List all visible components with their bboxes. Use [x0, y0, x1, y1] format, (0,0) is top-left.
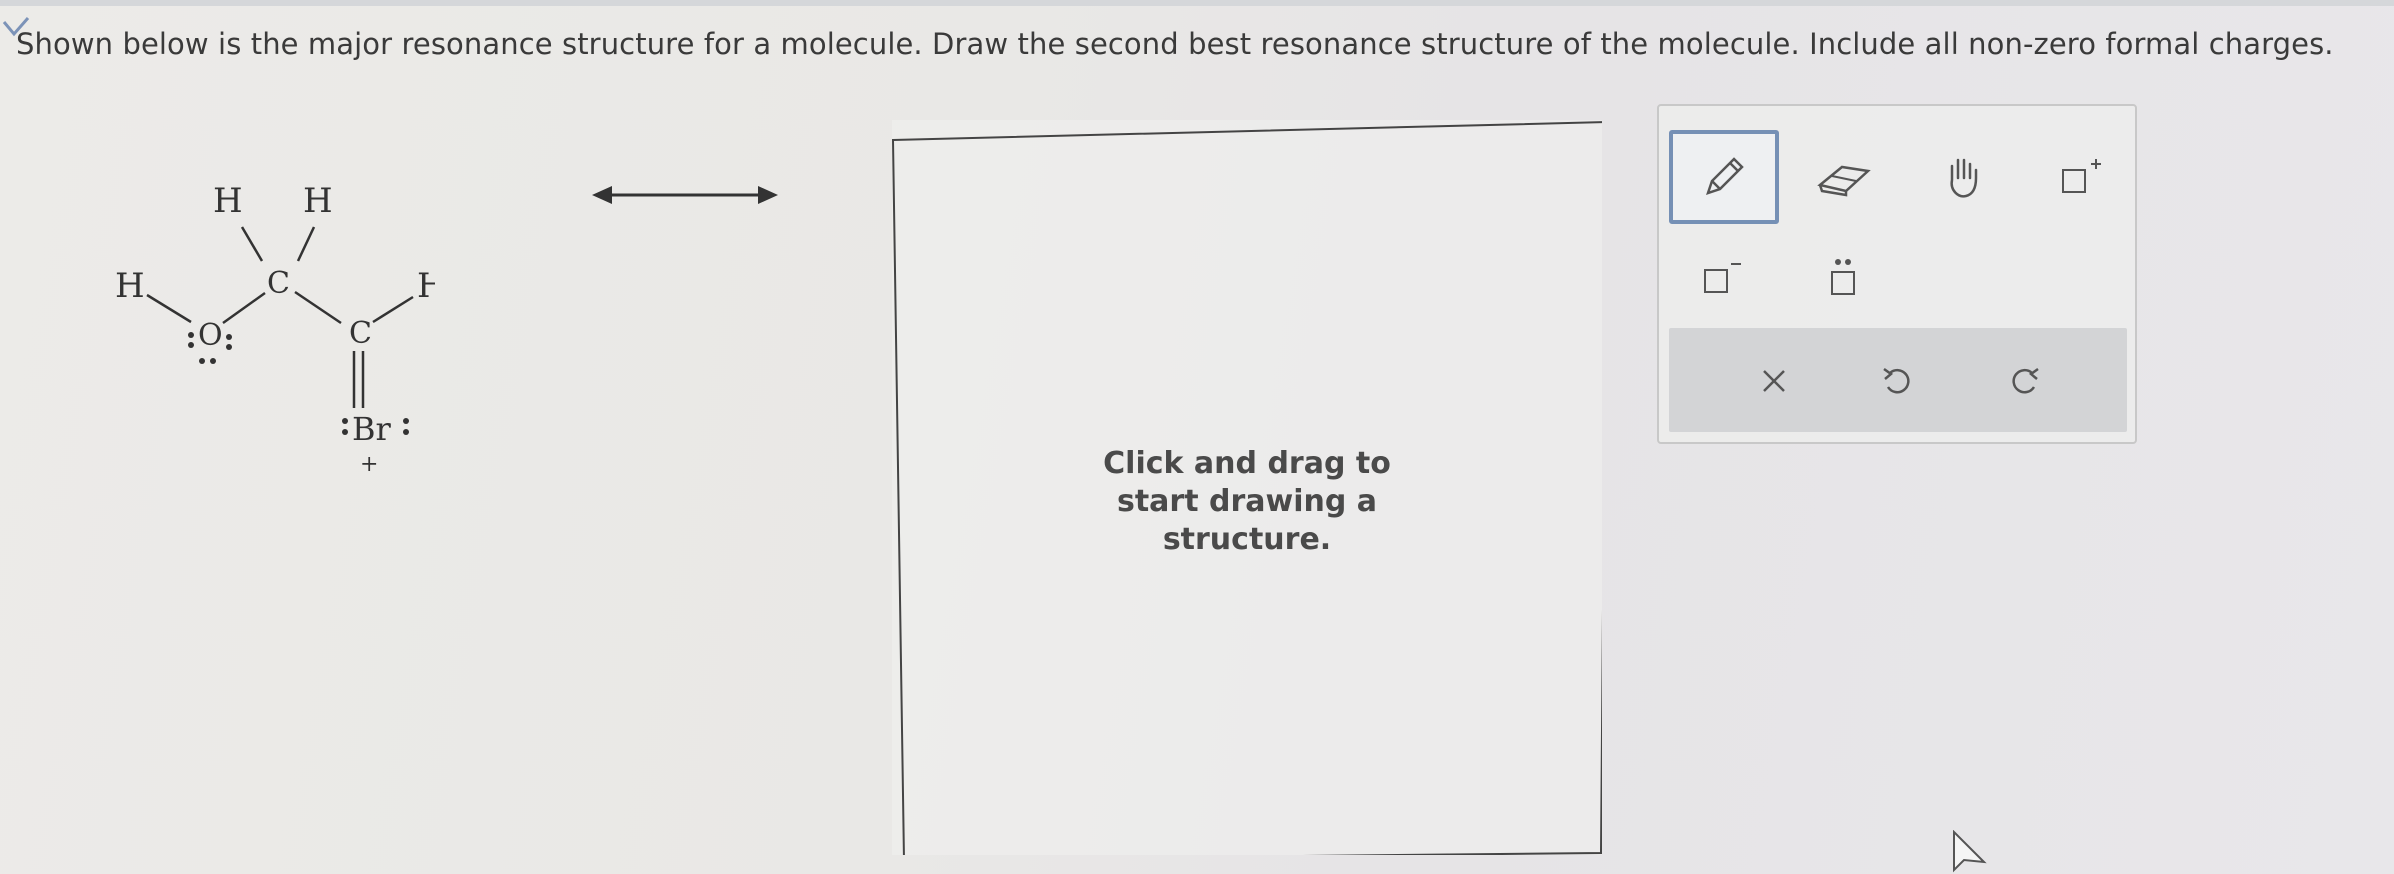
atom-o: O: [198, 318, 223, 353]
lone-pair-dot: [199, 358, 205, 364]
negative-charge-icon: [1704, 263, 1741, 293]
action-bar: [1669, 328, 2127, 432]
eraser-icon: [1817, 165, 1871, 197]
redo-button[interactable]: [1989, 346, 2059, 416]
negative-charge-tool-button[interactable]: [1669, 236, 1769, 320]
drawing-canvas[interactable]: Click and drag to start drawing a struct…: [892, 120, 1602, 855]
lone-pair-dot: [226, 344, 232, 350]
redo-icon: [2012, 367, 2039, 394]
lone-pair-dot: [226, 334, 232, 340]
bond-h-c1-right: [296, 226, 316, 262]
atom-c1: C: [267, 266, 290, 301]
clear-icon: [1763, 370, 1785, 392]
question-text: Shown below is the major resonance struc…: [16, 27, 2334, 61]
top-bar: [0, 0, 2394, 6]
atom-c2: C: [349, 316, 372, 351]
lone-pair-tool-button[interactable]: [1794, 236, 1894, 320]
bond-h-o: [146, 293, 192, 324]
lone-pair-dot: [188, 342, 194, 348]
eraser-tool-button[interactable]: [1794, 136, 1894, 220]
lone-pair-dot: [403, 418, 409, 424]
br-charge: +: [360, 452, 378, 477]
hand-icon: [1950, 158, 1978, 198]
undo-button[interactable]: [1863, 346, 1933, 416]
bond-h-c1-left: [240, 226, 264, 262]
bond-c1-c2: [294, 290, 342, 325]
resonance-arrow-icon: [592, 186, 778, 204]
hand-tool-button[interactable]: [1914, 136, 2014, 220]
lone-pair-dot: [403, 429, 409, 435]
lone-pair-icon: [1831, 259, 1855, 295]
positive-charge-tool-button[interactable]: [2029, 136, 2129, 220]
atom-h-right: H: [417, 266, 435, 306]
atom-br: Br: [352, 410, 392, 448]
lone-pair-dot: [342, 429, 348, 435]
clear-button[interactable]: [1739, 346, 1809, 416]
lone-pair-dot: [210, 358, 216, 364]
undo-icon: [1883, 367, 1910, 394]
molecule-structure: H H H H C C O Br +: [115, 181, 435, 477]
pencil-icon: [1706, 157, 1744, 195]
atom-h-left: H: [115, 266, 145, 306]
canvas-hint: Click and drag to start drawing a struct…: [1103, 446, 1391, 557]
mouse-cursor-icon: [1953, 830, 1987, 873]
positive-charge-icon: [2062, 159, 2101, 193]
bond-o-c1: [222, 291, 266, 325]
lone-pair-dot: [342, 418, 348, 424]
pencil-tool-button[interactable]: [1669, 130, 1779, 224]
drawing-toolbar: [1657, 104, 2137, 444]
atom-h-top-right: H: [303, 181, 333, 221]
bond-c2-h: [372, 295, 414, 324]
lone-pair-dot: [188, 332, 194, 338]
atom-h-top-left: H: [213, 181, 243, 221]
